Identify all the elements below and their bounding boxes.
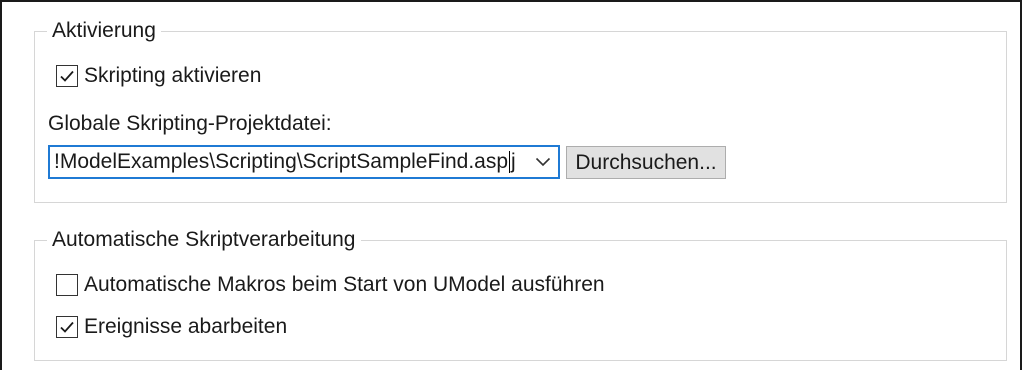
project-file-input[interactable]: !ModelExamples\Scripting\ScriptSampleFin… [50, 147, 528, 177]
auto-macros-checkbox[interactable] [56, 274, 78, 296]
project-file-dropdown-button[interactable] [528, 147, 558, 177]
process-events-checkbox-row[interactable]: Ereignisse abarbeiten [56, 315, 287, 339]
activation-group-title: Aktivierung [47, 18, 161, 44]
auto-processing-group: Automatische Skriptverarbeitung [34, 227, 1007, 361]
enable-scripting-checkbox[interactable] [56, 65, 78, 87]
auto-macros-label[interactable]: Automatische Makros beim Start von UMode… [84, 273, 605, 297]
enable-scripting-checkbox-row[interactable]: Skripting aktivieren [56, 64, 261, 88]
project-file-value-after-caret: j [511, 150, 516, 173]
text-caret [509, 151, 511, 174]
checkmark-icon [60, 70, 74, 82]
browse-button[interactable]: Durchsuchen... [566, 146, 726, 179]
auto-processing-group-title: Automatische Skriptverarbeitung [47, 227, 361, 253]
enable-scripting-label[interactable]: Skripting aktivieren [84, 64, 261, 88]
checkmark-icon [60, 321, 74, 333]
chevron-down-icon [535, 157, 551, 167]
auto-macros-checkbox-row[interactable]: Automatische Makros beim Start von UMode… [56, 273, 605, 297]
process-events-checkbox[interactable] [56, 316, 78, 338]
project-file-value-before-caret: !ModelExamples\Scripting\ScriptSampleFin… [54, 150, 509, 173]
process-events-label[interactable]: Ereignisse abarbeiten [84, 315, 287, 339]
project-file-combobox[interactable]: !ModelExamples\Scripting\ScriptSampleFin… [48, 145, 560, 179]
project-file-label: Globale Skripting-Projektdatei: [48, 112, 332, 135]
browse-button-label: Durchsuchen... [575, 150, 717, 174]
